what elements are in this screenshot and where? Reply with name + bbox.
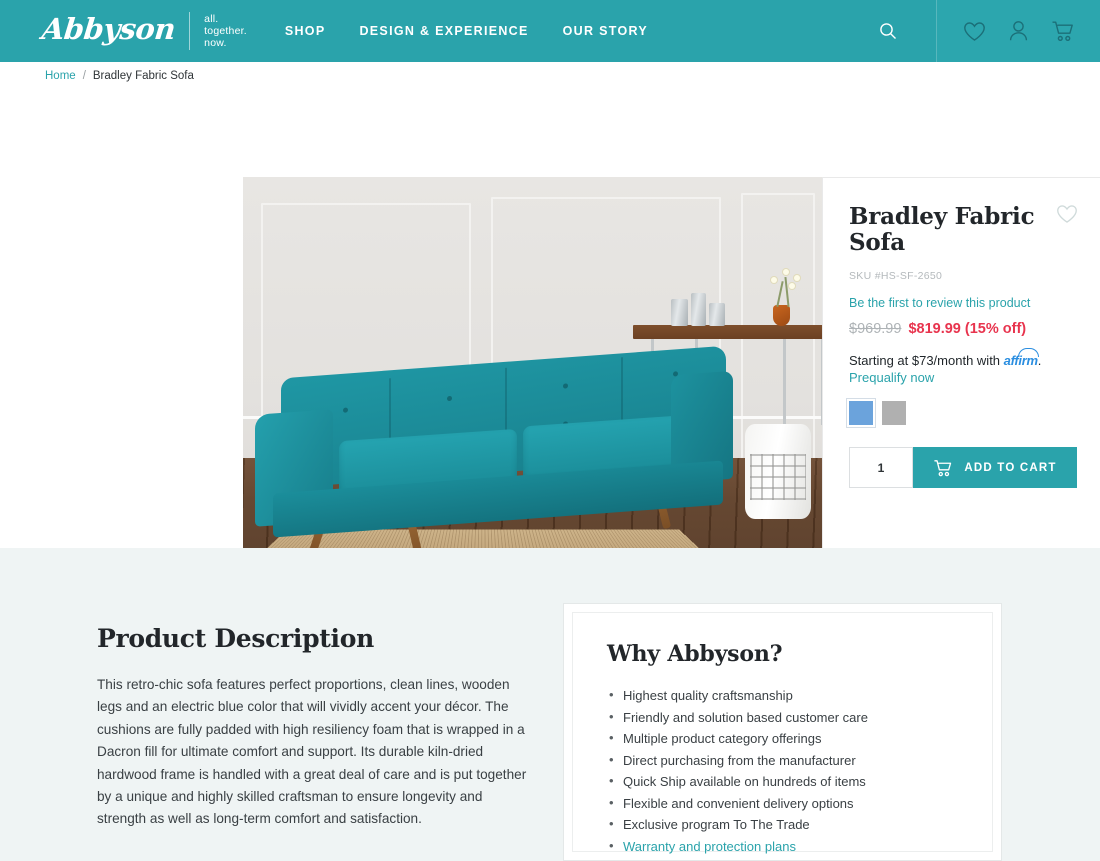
list-item: Highest quality craftsmanship [607, 684, 992, 707]
product-price-sale: $819.99 (15% off) [908, 321, 1027, 337]
main-nav: SHOP DESIGN & EXPERIENCE OUR STORY [285, 24, 648, 38]
list-item: Direct purchasing from the manufacturer [607, 749, 992, 772]
color-swatches [849, 401, 1076, 425]
photo-flower-4 [789, 283, 795, 289]
logo-tagline-line-3: now. [204, 37, 227, 49]
affirm-prefix: Starting at $73/month with [849, 353, 1001, 368]
heart-icon [1057, 205, 1077, 223]
header-icon-panel [937, 0, 1100, 62]
quantity-input[interactable]: 1 [849, 447, 913, 488]
description-title: Product Description [97, 624, 375, 653]
breadcrumb-current: Bradley Fabric Sofa [92, 69, 194, 82]
why-abbyson-card: Why Abbyson? Highest quality craftsmansh… [563, 603, 1002, 861]
affirm-logo: affirm [1004, 348, 1039, 368]
product-price-original: $969.99 [849, 321, 902, 337]
affirm-arc-icon [1017, 348, 1039, 357]
photo-flower-3 [794, 275, 800, 281]
cart-icon [934, 459, 952, 476]
nav-item-shop[interactable]: SHOP [285, 24, 326, 38]
cart-icon[interactable] [1051, 20, 1075, 42]
lower-section: Product Description This retro-chic sofa… [0, 548, 1100, 861]
photo-canister-2 [691, 293, 706, 326]
swatch-gray[interactable] [882, 401, 906, 425]
logo-tagline: all. together. now. [204, 13, 247, 49]
description-body: This retro-chic sofa features perfect pr… [97, 677, 527, 827]
list-item: Exclusive program To The Trade [607, 813, 992, 836]
photo-vase [773, 305, 790, 326]
user-icon[interactable] [1008, 20, 1029, 42]
header-utilities [840, 0, 1100, 62]
purchase-controls: 1 ADD TO CART [849, 447, 1077, 488]
logo-tagline-line-2: together. [204, 25, 247, 37]
prequalify-link[interactable]: Prequalify now [849, 370, 1076, 385]
breadcrumb-home[interactable]: Home [45, 70, 76, 82]
affirm-message: Starting at $73/month with affirm. [849, 348, 1076, 368]
product-sku: SKU #HS-SF-2650 [849, 270, 943, 282]
search-icon [880, 23, 896, 39]
breadcrumb-separator: / [82, 69, 86, 82]
logo-wordmark: Abbyson [40, 12, 177, 46]
product-main-image[interactable] [243, 177, 823, 576]
why-abbyson-list: Highest quality craftsmanship Friendly a… [607, 684, 992, 858]
photo-garden-stool [745, 424, 811, 519]
product-top-section: Bradley Fabric Sofa SKU #HS-SF-2650 Be t… [0, 89, 1100, 637]
photo-table-leg-3 [783, 339, 786, 425]
nav-item-design-experience[interactable]: DESIGN & EXPERIENCE [359, 24, 528, 38]
add-to-cart-label: ADD TO CART [964, 461, 1057, 474]
logo-divider [189, 12, 191, 50]
list-item: Flexible and convenient delivery options [607, 792, 992, 815]
photo-flower-1 [771, 277, 777, 283]
photo-console-table [633, 325, 823, 339]
product-review-link[interactable]: Be the first to review this product [849, 296, 1076, 310]
photo-flower-2 [783, 269, 789, 275]
site-header: Abbyson all. together. now. SHOP DESIGN … [0, 0, 1100, 62]
product-description-block: Product Description This retro-chic sofa… [97, 624, 529, 831]
swatch-blue[interactable] [849, 401, 873, 425]
photo-canister-1 [671, 299, 688, 326]
list-item: Friendly and solution based customer car… [607, 706, 992, 729]
warranty-protection-link[interactable]: Warranty and protection plans [607, 835, 992, 858]
why-abbyson-title: Why Abbyson? [607, 641, 783, 667]
logo[interactable]: Abbyson all. together. now. [40, 12, 247, 50]
product-price: $969.99 $819.99 (15% off) [849, 321, 1076, 337]
wishlist-button[interactable] [1056, 204, 1078, 229]
search-button[interactable] [840, 0, 937, 62]
why-abbyson-inner: Why Abbyson? Highest quality craftsmansh… [572, 612, 993, 856]
breadcrumb: Home / Bradley Fabric Sofa [0, 62, 1100, 89]
add-to-cart-button[interactable]: ADD TO CART [913, 447, 1077, 488]
list-item: Multiple product category offerings [607, 727, 992, 750]
list-item: Quick Ship available on hundreds of item… [607, 770, 992, 793]
nav-item-our-story[interactable]: OUR STORY [563, 24, 648, 38]
photo-canister-3 [709, 303, 725, 326]
product-title: Bradley Fabric Sofa [849, 203, 1035, 256]
logo-tagline-line-1: all. [204, 13, 219, 25]
heart-icon[interactable] [963, 21, 986, 42]
